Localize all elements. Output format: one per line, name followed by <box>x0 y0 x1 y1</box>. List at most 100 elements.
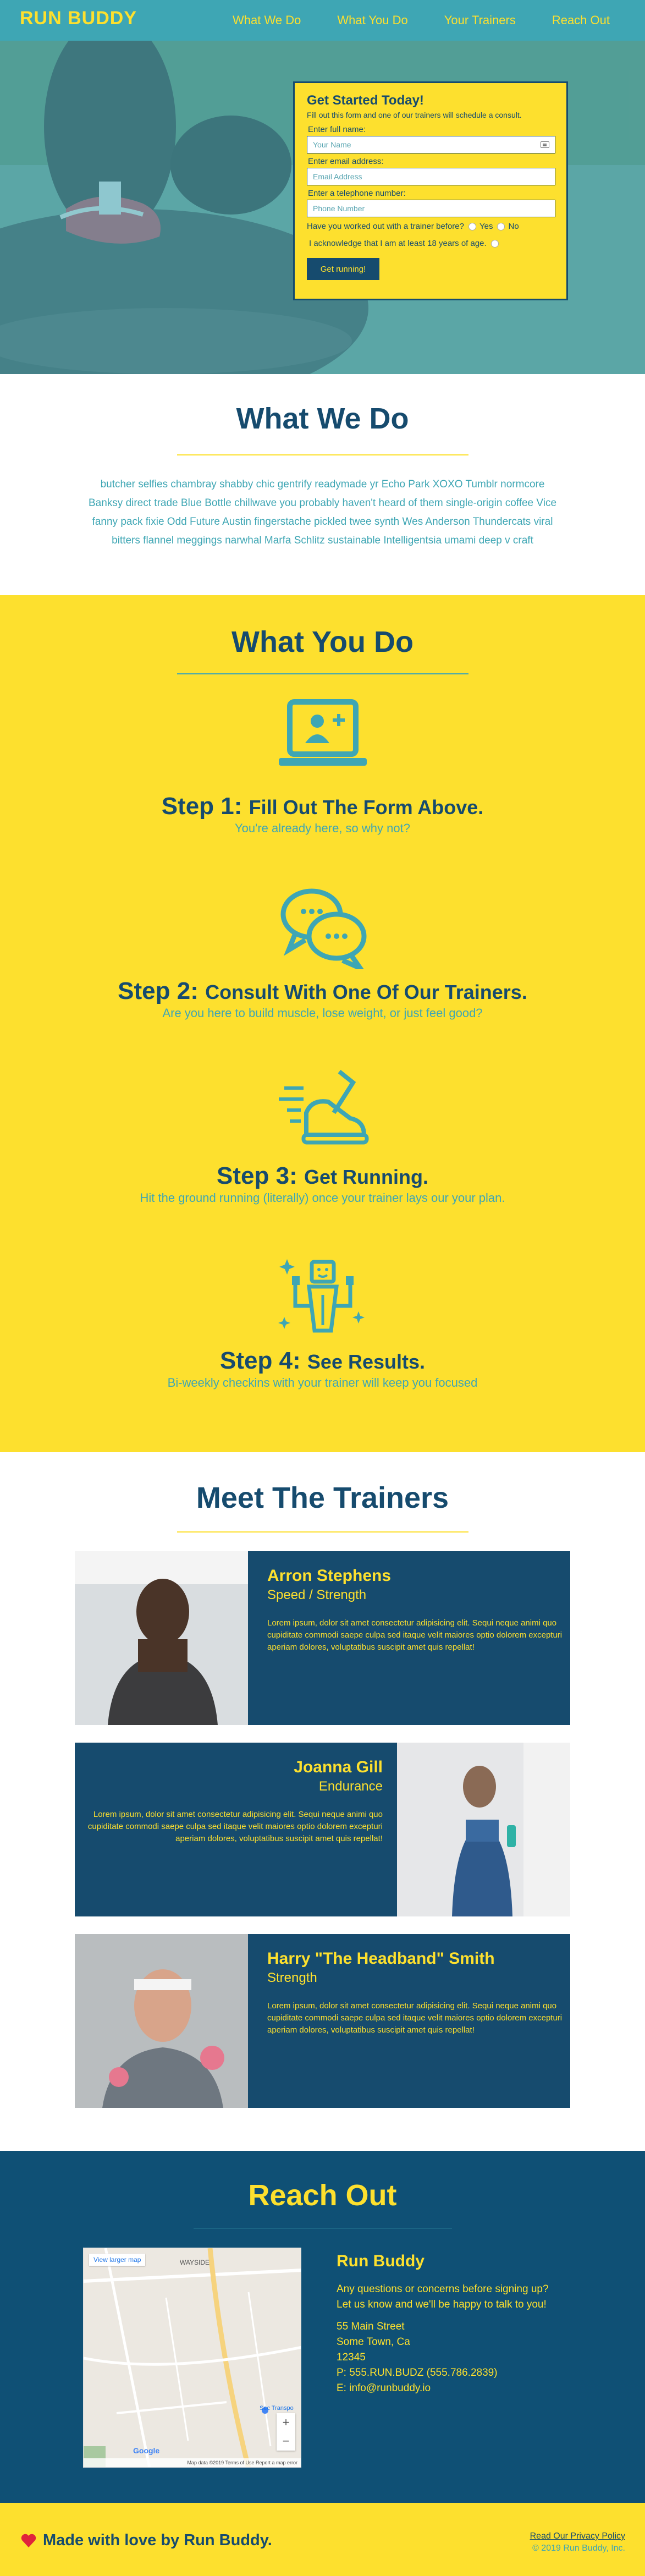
no-radio[interactable] <box>497 222 505 230</box>
running-shoe-icon <box>278 1069 368 1145</box>
step-4-title: Step 4: See Results. <box>219 1347 426 1374</box>
map-zoom-controls: + − <box>277 2413 295 2451</box>
what-we-do-text: butcher selfies chambray shabby chic gen… <box>88 479 557 546</box>
email-field[interactable]: Email Address <box>307 168 555 185</box>
trainers-section: Meet The Trainers Arron Stephens Speed /… <box>0 1452 645 2151</box>
name-field[interactable]: Your Name <box>307 136 555 153</box>
form-title: Get Started Today! <box>307 93 424 108</box>
get-running-button[interactable]: Get running! <box>307 258 379 280</box>
laptop-user-icon <box>278 699 367 766</box>
reach-out-section: Reach Out WAYSIDE View larger map Sec Tr… <box>0 2151 645 2503</box>
step-1-title: Step 1: Fill Out The Form Above. <box>161 793 484 820</box>
trainer-photo <box>75 1551 248 1725</box>
nav-link-your-trainers[interactable]: Your Trainers <box>444 13 516 28</box>
contact-phone: P: 555.RUN.BUDZ (555.786.2839) <box>337 2367 498 2379</box>
zoom-out-icon[interactable]: − <box>277 2432 295 2451</box>
trainer-bio: Lorem ipsum, dolor sit amet consectetur … <box>267 2001 563 2035</box>
phone-label: Enter a telephone number: <box>308 189 406 198</box>
map-streets: WAYSIDE <box>84 2248 301 2467</box>
section-divider <box>177 454 468 455</box>
trainers-title: Meet The Trainers <box>196 1481 449 1514</box>
section-divider <box>177 673 468 674</box>
contact-card-icon[interactable] <box>541 141 549 148</box>
footer-love: Made with love by Run Buddy. <box>21 2531 272 2550</box>
email-placeholder: Email Address <box>313 172 362 181</box>
step-4-subtitle: Bi-weekly checkins with your trainer wil… <box>167 1376 478 1389</box>
step-3-title: Step 3: Get Running. <box>217 1162 428 1189</box>
what-you-do-title: What You Do <box>231 625 414 658</box>
trainer-card: Arron Stephens Speed / Strength Lorem ip… <box>75 1551 570 1725</box>
phone-field[interactable]: Phone Number <box>307 200 555 217</box>
trainer-info: Arron Stephens Speed / Strength Lorem ip… <box>267 1567 564 1654</box>
brand-logo[interactable]: RUN BUDDY <box>20 8 137 29</box>
strong-body-icon <box>278 1259 365 1333</box>
trainer-photo <box>397 1743 570 1916</box>
zoom-in-icon[interactable]: + <box>277 2413 295 2432</box>
company-name: Run Buddy <box>337 2252 425 2270</box>
trainer-info: Joanna Gill Endurance Lorem ipsum, dolor… <box>86 1758 383 1845</box>
phone-placeholder: Phone Number <box>313 204 365 213</box>
footer-love-text: Made with love by Run Buddy. <box>43 2531 272 2549</box>
reach-out-title: Reach Out <box>248 2179 397 2212</box>
google-logo: Google <box>133 2446 160 2455</box>
step-2-title: Step 2: Consult With One Of Our Trainers… <box>118 977 527 1004</box>
nav-links: What We Do What You Do Your Trainers Rea… <box>233 0 645 41</box>
step-1: Step 1: Fill Out The Form Above. You're … <box>0 696 645 881</box>
trainer-photo <box>75 1934 248 2108</box>
map-place-label: Sec Transpo <box>260 2405 294 2412</box>
trainer-name: Harry "The Headband" Smith <box>267 1949 495 1968</box>
step-2-subtitle: Are you here to build muscle, lose weigh… <box>162 1006 483 1020</box>
trainer-name: Arron Stephens <box>267 1567 392 1585</box>
trainer-card: Harry "The Headband" Smith Strength Lore… <box>75 1934 570 2108</box>
chat-bubbles-icon <box>280 888 367 974</box>
form-subtitle: Fill out this form and one of our traine… <box>307 111 522 119</box>
trainer-role: Strength <box>267 1970 317 1985</box>
privacy-policy-link[interactable]: Read Our Privacy Policy <box>530 2531 625 2541</box>
address-street: 55 Main Street <box>337 2321 405 2332</box>
what-we-do-section: What We Do butcher selfies chambray shab… <box>0 374 645 595</box>
contact-email-row: E: info@runbuddy.io <box>337 2382 431 2394</box>
contact-message: Any questions or concerns before signing… <box>337 2283 549 2310</box>
nav-link-what-we-do[interactable]: What We Do <box>233 13 301 28</box>
step-2: Step 2: Consult With One Of Our Trainers… <box>0 881 645 1066</box>
signup-form: Get Started Today! Fill out this form an… <box>293 81 568 300</box>
address-city: Some Town, Ca <box>337 2336 410 2348</box>
yes-radio[interactable] <box>468 222 476 230</box>
view-larger-map-link[interactable]: View larger map <box>89 2254 146 2266</box>
trainer-before-question: Have you worked out with a trainer befor… <box>307 222 554 231</box>
age-acknowledge-row: I acknowledge that I am at least 18 year… <box>309 239 554 248</box>
step-3: Step 3: Get Running. Hit the ground runn… <box>0 1066 645 1251</box>
step-3-subtitle: Hit the ground running (literally) once … <box>140 1191 505 1205</box>
what-we-do-title: What We Do <box>236 402 409 435</box>
top-nav: RUN BUDDY What We Do What You Do Your Tr… <box>0 0 645 41</box>
name-placeholder: Your Name <box>313 140 351 149</box>
section-divider <box>177 1531 468 1533</box>
trainer-card: Joanna Gill Endurance Lorem ipsum, dolor… <box>75 1743 570 1916</box>
heart-icon <box>21 2534 36 2547</box>
email-label: Enter email address: <box>308 157 384 166</box>
copyright: © 2019 Run Buddy, Inc. <box>532 2544 625 2553</box>
no-label: No <box>508 222 519 231</box>
name-label: Enter full name: <box>308 125 366 134</box>
trainer-before-label: Have you worked out with a trainer befor… <box>307 222 464 231</box>
age-acknowledge-label: I acknowledge that I am at least 18 year… <box>309 239 487 248</box>
what-you-do-section: What You Do Step 1: Fill Out The Form Ab… <box>0 595 645 1452</box>
nav-link-reach-out[interactable]: Reach Out <box>552 13 610 28</box>
contact-email-link[interactable]: info@runbuddy.io <box>349 2382 431 2394</box>
yes-label: Yes <box>479 222 493 231</box>
google-map[interactable]: WAYSIDE View larger map Sec Transpo + − … <box>83 2248 301 2468</box>
trainer-role: Speed / Strength <box>267 1588 367 1602</box>
age-checkbox[interactable] <box>490 239 499 248</box>
trainer-name: Joanna Gill <box>294 1758 383 1776</box>
step-1-subtitle: You're already here, so why not? <box>235 821 410 835</box>
contact-info: Run Buddy Any questions or concerns befo… <box>337 2248 556 2396</box>
site-footer: Made with love by Run Buddy. Read Our Pr… <box>0 2503 645 2576</box>
address-zip: 12345 <box>337 2352 366 2363</box>
trainer-role: Endurance <box>318 1779 383 1794</box>
trainer-bio: Lorem ipsum, dolor sit amet consectetur … <box>87 1810 383 1843</box>
hero-section: Get Started Today! Fill out this form an… <box>0 0 645 374</box>
map-area-label: WAYSIDE <box>180 2259 210 2266</box>
nav-link-what-you-do[interactable]: What You Do <box>337 13 407 28</box>
trainer-bio: Lorem ipsum, dolor sit amet consectetur … <box>267 1618 563 1652</box>
trainer-info: Harry "The Headband" Smith Strength Lore… <box>267 1949 564 2036</box>
